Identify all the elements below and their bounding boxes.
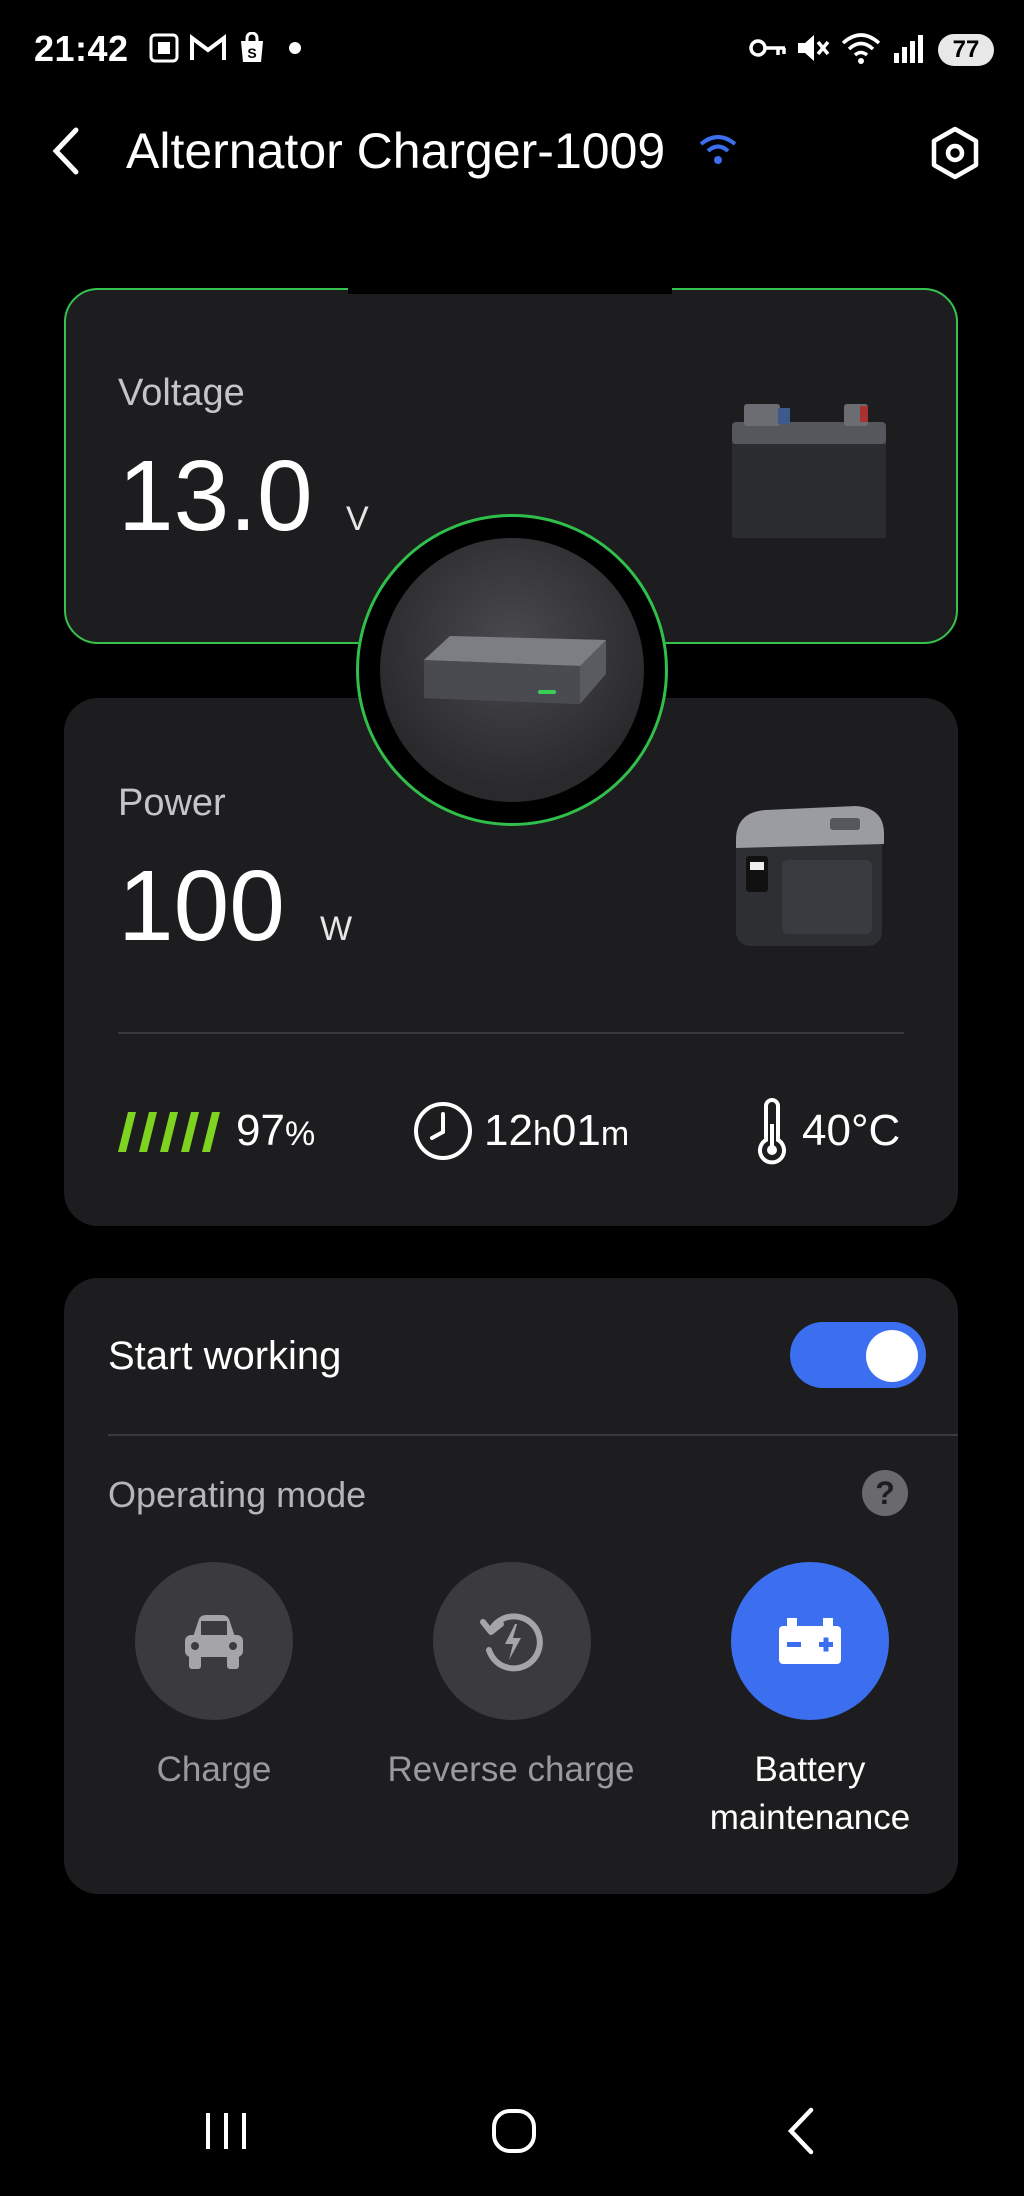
screenshot-icon (146, 30, 182, 66)
voltage-unit: V (346, 500, 369, 538)
status-time: 21:42 (34, 28, 129, 69)
remaining-time: 12h01m (484, 1106, 629, 1156)
remaining-hours: 12 (484, 1106, 533, 1155)
nav-back-button[interactable] (776, 2100, 826, 2162)
wifi-connected-icon (698, 132, 738, 168)
operating-mode-label: Operating mode (108, 1474, 367, 1515)
mode-battery-maintenance-label: Battery maintenance (709, 1750, 911, 1837)
key-icon (748, 30, 788, 66)
battery-percent: 97% (236, 1106, 315, 1156)
battery-icon (779, 1618, 841, 1664)
power-unit: W (320, 910, 353, 948)
battery-percent-unit: % (284, 1115, 316, 1153)
battery-level-bars-icon (118, 1112, 222, 1152)
mute-icon (794, 30, 832, 66)
wifi-icon (838, 30, 884, 66)
svg-text:S: S (247, 45, 256, 61)
temperature-value: 40°C (802, 1106, 901, 1155)
control-divider (108, 1434, 958, 1436)
recent-apps-button[interactable] (196, 2100, 256, 2162)
power-label: Power (118, 782, 226, 824)
power-value: 100 (118, 850, 285, 962)
battery-indicator: 77 (938, 34, 994, 66)
minutes-unit: m (600, 1115, 630, 1153)
home-button[interactable] (484, 2100, 544, 2162)
card-border-gap (348, 282, 672, 294)
mode-charge-button[interactable] (135, 1562, 293, 1720)
reverse-charge-icon (480, 1613, 543, 1672)
settings-button[interactable] (930, 126, 980, 180)
car-battery-image (724, 392, 894, 542)
voltage-label: Voltage (118, 372, 245, 414)
signal-icon (890, 30, 926, 66)
voltage-value: 13.0 (118, 440, 313, 552)
start-working-label: Start working (108, 1334, 342, 1378)
page-title: Alternator Charger-1009 (126, 123, 666, 179)
stats-divider (118, 1032, 904, 1034)
help-icon[interactable]: ? (862, 1470, 908, 1516)
thermometer-icon (752, 1096, 792, 1166)
gmail-icon (188, 30, 228, 66)
nav-back-icon (787, 2107, 814, 2155)
charger-device-image (410, 618, 616, 726)
back-button[interactable] (44, 126, 88, 176)
home-icon (492, 2109, 536, 2153)
settings-hexagon-icon (931, 126, 979, 180)
mode-reverse-charge-button[interactable] (433, 1562, 591, 1720)
mode-charge-label: Charge (156, 1750, 272, 1789)
shop-icon: S (236, 30, 268, 66)
mode-reverse-charge-label: Reverse charge (387, 1750, 635, 1789)
toggle-knob (866, 1330, 918, 1382)
remaining-minutes: 01 (551, 1106, 601, 1155)
mode-battery-maintenance-button[interactable] (731, 1562, 889, 1720)
dot-icon (288, 30, 302, 66)
power-station-image (726, 800, 892, 950)
recent-apps-icon (206, 2113, 246, 2149)
chevron-left-icon (52, 127, 79, 175)
hours-unit: h (532, 1115, 552, 1153)
clock-icon (412, 1100, 474, 1162)
battery-percent-value: 97 (236, 1106, 285, 1155)
car-icon (185, 1615, 243, 1669)
